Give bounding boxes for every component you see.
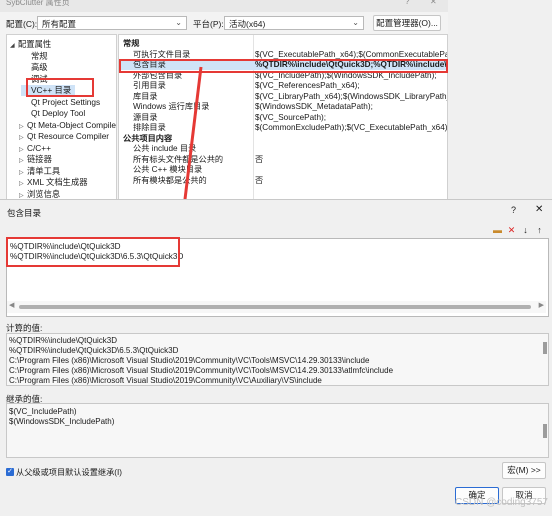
scrollbar-thumb[interactable] <box>19 305 531 309</box>
highlight-entries <box>6 237 180 267</box>
evaluated-line: C:\Program Files (x86)\Microsoft Visual … <box>9 356 370 365</box>
delete-icon[interactable]: ✕ <box>506 225 517 236</box>
inherited-values-box: $(VC_IncludePath) $(WindowsSDK_IncludePa… <box>6 403 549 458</box>
inherited-line: $(WindowsSDK_IncludePath) <box>9 417 115 426</box>
scroll-left-icon[interactable]: ◀ <box>9 301 14 309</box>
macros-button[interactable]: 宏(M) >> <box>502 462 546 479</box>
new-folder-icon[interactable]: ▬ <box>492 225 503 236</box>
inherit-checkbox[interactable]: ✓ <box>6 468 14 476</box>
move-up-icon[interactable]: ↑ <box>534 225 545 236</box>
evaluated-line: %QTDIR%\include\QtQuick3D <box>9 336 118 345</box>
move-down-icon[interactable]: ↓ <box>520 225 531 236</box>
watermark: CSDN @coding3757 <box>455 497 548 508</box>
evaluated-scrollbar[interactable] <box>543 342 547 354</box>
close-icon[interactable]: ✕ <box>535 204 543 215</box>
scroll-right-icon[interactable]: ▶ <box>539 301 544 309</box>
evaluated-line: %QTDIR%\include\QtQuick3D\6.5.3\QtQuick3… <box>9 346 179 355</box>
dialog-title: 包含目录 <box>7 208 42 218</box>
evaluated-line: C:\Program Files (x86)\Microsoft Visual … <box>9 366 394 375</box>
include-dirs-dialog: 包含目录 ? ✕ ▬ ✕ ↓ ↑ %QTDIR%\include\QtQuick… <box>0 199 552 516</box>
evaluated-values-box: %QTDIR%\include\QtQuick3D %QTDIR%\includ… <box>6 333 549 386</box>
inherited-scrollbar[interactable] <box>543 424 547 438</box>
evaluated-line: C:\Program Files (x86)\Microsoft Visual … <box>9 376 322 385</box>
inherit-checkbox-label[interactable]: 从父级或项目默认设置继承(I) <box>16 466 122 478</box>
editbox-horizontal-scrollbar[interactable]: ◀ ▶ <box>7 301 546 313</box>
help-icon[interactable]: ? <box>511 205 516 215</box>
inherited-line: $(VC_IncludePath) <box>9 407 77 416</box>
